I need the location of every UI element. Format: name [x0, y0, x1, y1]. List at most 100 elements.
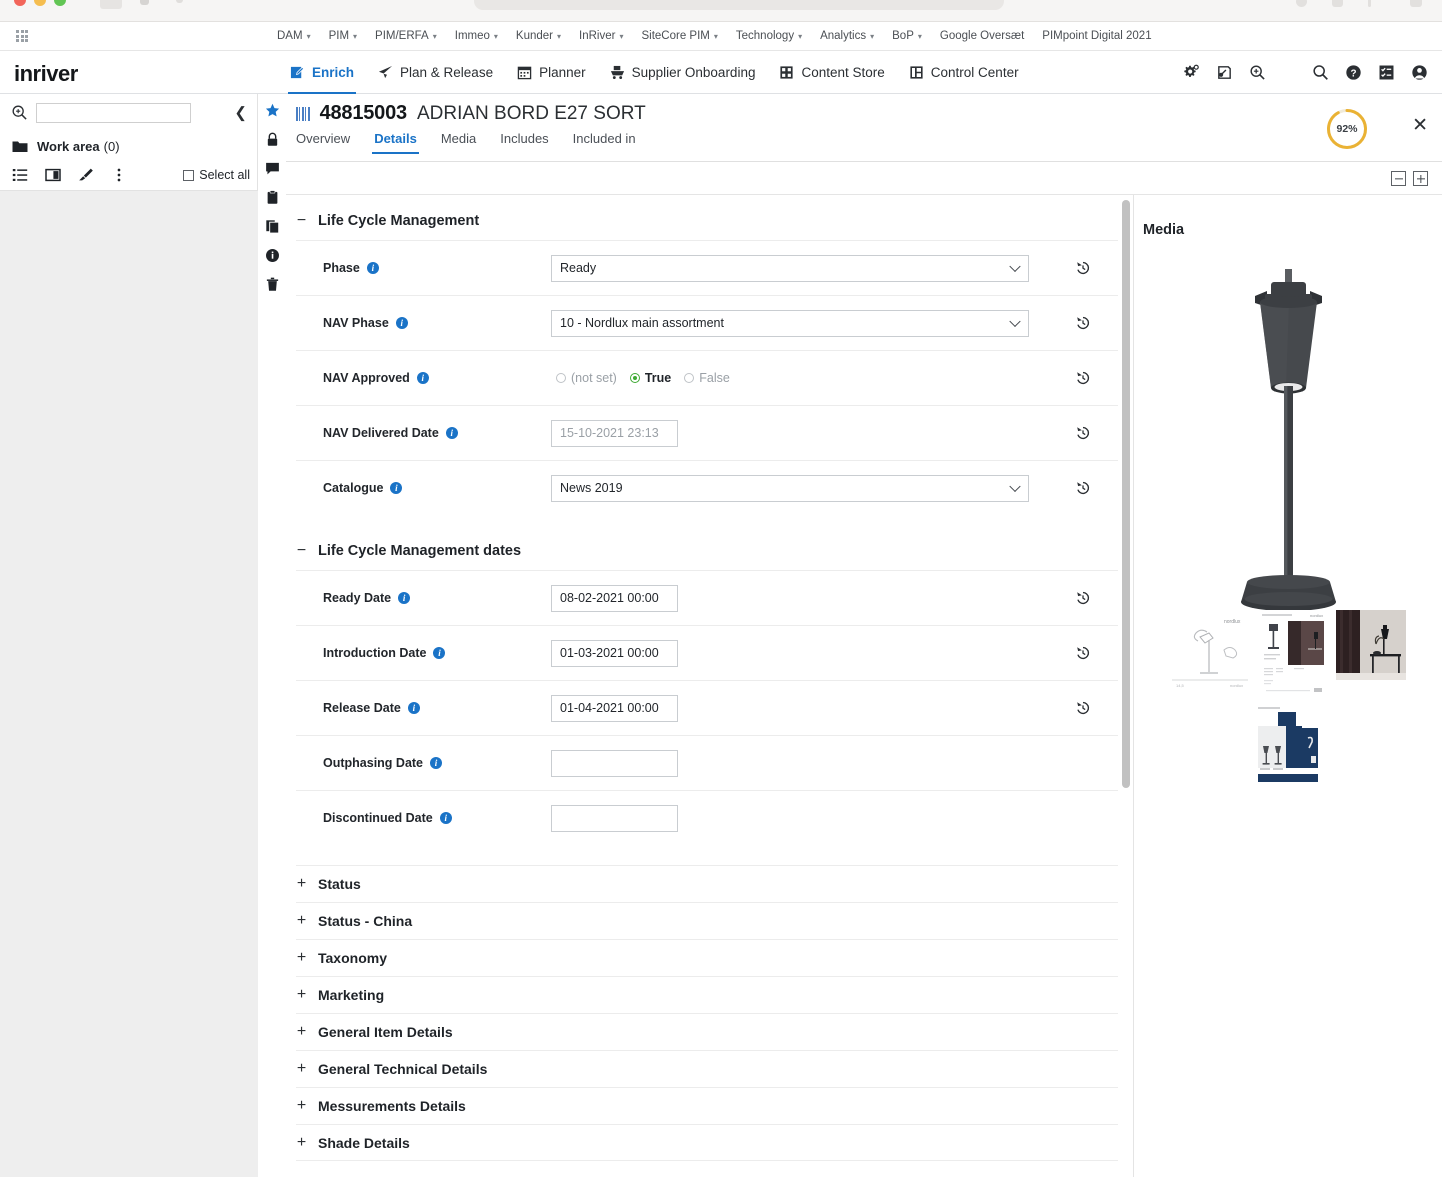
window-maximize-button[interactable] — [54, 0, 66, 6]
radio-option-false[interactable]: False — [684, 371, 730, 385]
radio-button[interactable] — [684, 373, 695, 383]
media-thumbnail-technical-line-drawing[interactable]: 14,5 nordlux nordlux — [1166, 610, 1254, 698]
bookmark-pimpoint-digital-2021[interactable]: PIMpoint Digital 2021 — [1033, 28, 1160, 44]
introduction-date-input[interactable]: 01-03-2021 00:00 — [551, 639, 678, 667]
more-vertical-icon[interactable] — [111, 167, 127, 183]
section-header-life-cycle-management[interactable]: − Life Cycle Management — [296, 195, 1118, 240]
browser-forward-button[interactable] — [176, 0, 183, 3]
history-icon[interactable] — [1075, 645, 1091, 661]
browser-extension-icon[interactable] — [1296, 0, 1307, 7]
outphasing-date-input[interactable] — [551, 749, 678, 777]
section-header-shade-details[interactable]: + Shade Details — [296, 1124, 1118, 1161]
history-icon[interactable] — [1075, 370, 1091, 386]
collapse-all-icon[interactable] — [1391, 171, 1406, 186]
media-thumbnail-lifestyle-photo[interactable] — [1336, 610, 1406, 680]
section-header-marketing[interactable]: + Marketing — [296, 976, 1118, 1013]
nav-phase-select[interactable]: 10 - Nordlux main assortment — [551, 309, 1029, 337]
expand-all-icon[interactable] — [1413, 171, 1428, 186]
history-icon[interactable] — [1075, 425, 1091, 441]
radio-button[interactable] — [629, 373, 640, 383]
browser-url-bar[interactable] — [474, 0, 1004, 10]
section-header-general-item-details[interactable]: + General Item Details — [296, 1013, 1118, 1050]
radio-button[interactable] — [556, 373, 566, 383]
info-icon[interactable]: i — [398, 592, 411, 604]
section-header-life-cycle-management-dates[interactable]: − Life Cycle Management dates — [296, 515, 1118, 570]
clipboard-icon[interactable] — [265, 190, 280, 205]
search-input[interactable] — [36, 102, 191, 123]
phase-select[interactable]: Ready — [551, 254, 1029, 282]
history-icon[interactable] — [1075, 260, 1091, 276]
bookmark-immeo[interactable]: Immeo ▾ — [446, 28, 507, 44]
form-scrollbar[interactable] — [1120, 196, 1132, 810]
info-icon[interactable]: i — [430, 757, 443, 769]
browser-sidebar-icon[interactable] — [1410, 0, 1422, 7]
section-header-messurements-details[interactable]: + Messurements Details — [296, 1087, 1118, 1124]
bookmark-inriver[interactable]: InRiver ▾ — [570, 28, 632, 44]
catalogue-select[interactable]: News 2019 — [551, 474, 1029, 502]
trash-icon[interactable] — [265, 277, 280, 292]
bookmark-technology[interactable]: Technology ▾ — [727, 28, 811, 44]
help-circle-icon[interactable]: ? — [1345, 64, 1362, 81]
bookmark-pim-erfa[interactable]: PIM/ERFA ▾ — [366, 28, 446, 44]
history-icon[interactable] — [1075, 700, 1091, 716]
bookmark-sitecore-pim[interactable]: SiteCore PIM ▾ — [632, 28, 726, 44]
info-icon[interactable]: i — [390, 482, 403, 494]
section-header-taxonomy[interactable]: + Taxonomy — [296, 939, 1118, 976]
form-scrollbar-thumb[interactable] — [1122, 200, 1130, 788]
browser-menu-icon[interactable] — [1368, 0, 1371, 7]
tab-overview[interactable]: Overview — [296, 131, 350, 154]
nav-item-plan-release[interactable]: Plan & Release — [376, 51, 495, 94]
nav-item-content-store[interactable]: Content Store — [777, 51, 886, 94]
bookmark-dam[interactable]: DAM ▾ — [268, 28, 320, 44]
highlighter-icon[interactable] — [78, 167, 94, 183]
release-date-input[interactable]: 01-04-2021 00:00 — [551, 694, 678, 722]
window-close-button[interactable] — [14, 0, 26, 6]
apps-grid-icon[interactable] — [16, 30, 28, 42]
browser-profile-icon[interactable] — [1332, 0, 1343, 7]
select-all-checkbox[interactable] — [183, 169, 195, 181]
star-icon[interactable] — [265, 103, 280, 118]
search-icon[interactable] — [1312, 64, 1329, 81]
import-export-icon[interactable] — [1216, 64, 1233, 81]
tab-media[interactable]: Media — [441, 131, 476, 154]
section-header-general-technical-details[interactable]: + General Technical Details — [296, 1050, 1118, 1087]
bookmark-google-oversaet[interactable]: Google Oversæt — [931, 28, 1033, 44]
select-all-control[interactable]: Select all — [183, 168, 250, 182]
nav-delivered-date-input[interactable]: 15-10-2021 23:13 — [551, 419, 678, 447]
list-view-icon[interactable] — [12, 167, 28, 183]
tab-includes[interactable]: Includes — [500, 131, 548, 154]
nav-item-supplier-onboarding[interactable]: Supplier Onboarding — [608, 51, 758, 94]
nav-item-control-center[interactable]: Control Center — [907, 51, 1021, 94]
info-icon[interactable]: i — [416, 372, 429, 384]
history-icon[interactable] — [1075, 315, 1091, 331]
media-thumbnail-packaging-sheet[interactable] — [1254, 702, 1324, 790]
media-thumbnail-spec-sheet[interactable]: nordlux — [1258, 610, 1328, 698]
radio-option-true[interactable]: True — [629, 371, 671, 385]
split-view-icon[interactable] — [45, 167, 61, 183]
section-header-status[interactable]: + Status — [296, 865, 1118, 902]
zoom-search-icon[interactable] — [11, 104, 28, 121]
nav-item-planner[interactable]: Planner — [515, 51, 588, 94]
browser-back-button[interactable] — [140, 0, 149, 5]
tab-details[interactable]: Details — [372, 131, 419, 154]
info-icon[interactable]: i — [395, 317, 408, 329]
window-minimize-button[interactable] — [34, 0, 46, 6]
bookmark-analytics[interactable]: Analytics ▾ — [811, 28, 883, 44]
bookmark-kunder[interactable]: Kunder ▾ — [507, 28, 570, 44]
comment-icon[interactable] — [265, 161, 280, 176]
lock-icon[interactable] — [265, 132, 280, 147]
zoom-search-icon[interactable] — [1249, 64, 1266, 81]
radio-option-not-set[interactable]: (not set) — [556, 371, 617, 385]
history-icon[interactable] — [1075, 590, 1091, 606]
settings-gear-icon[interactable] — [1183, 64, 1200, 81]
bookmark-pim[interactable]: PIM ▾ — [320, 28, 366, 44]
info-icon[interactable]: i — [445, 427, 458, 439]
work-area-row[interactable]: Work area (0) — [0, 131, 258, 161]
info-icon[interactable] — [265, 248, 280, 263]
bookmark-bop[interactable]: BoP ▾ — [883, 28, 931, 44]
info-icon[interactable]: i — [407, 702, 420, 714]
section-header-status-china[interactable]: + Status - China — [296, 902, 1118, 939]
tasks-icon[interactable] — [1378, 64, 1395, 81]
chevron-left-icon[interactable]: ❮ — [234, 105, 247, 120]
browser-tab-ghost[interactable] — [100, 0, 122, 9]
